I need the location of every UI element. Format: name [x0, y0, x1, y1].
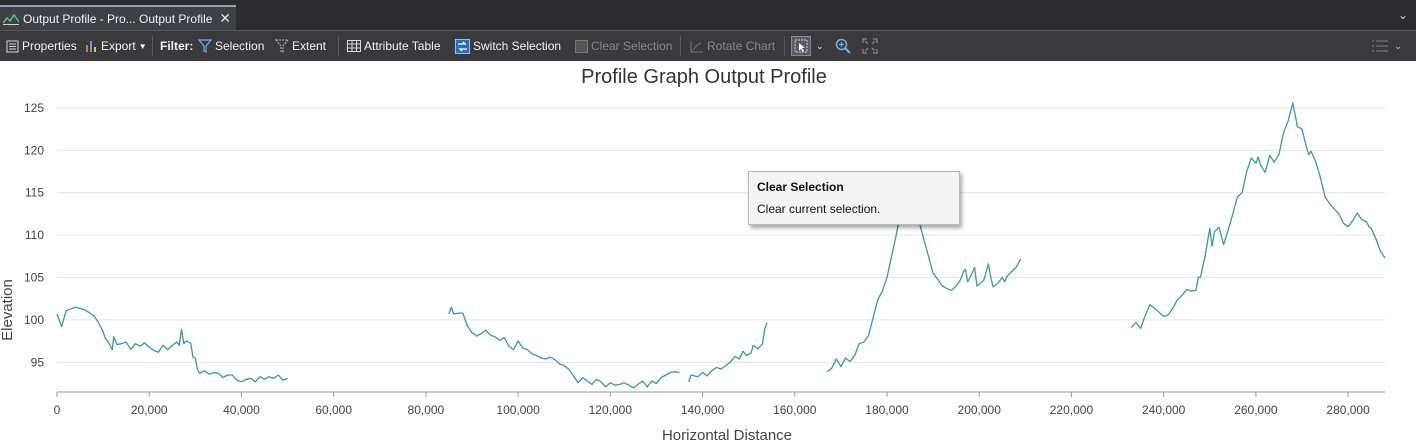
toolbar-separator	[152, 36, 153, 56]
properties-label: Properties	[22, 39, 77, 53]
y-tick-label: 100	[24, 313, 44, 327]
properties-button[interactable]: Properties	[6, 31, 77, 61]
y-tick-label: 95	[31, 355, 45, 369]
x-tick-label: 0	[54, 403, 61, 417]
x-tick-label: 180,000	[865, 403, 909, 417]
clear-selection-icon	[575, 39, 588, 53]
export-label: Export	[101, 39, 136, 53]
grid-lines	[57, 107, 1385, 363]
list-options-button[interactable]: ⌄	[1372, 31, 1402, 61]
selection-label: Selection	[215, 39, 265, 53]
profile-chart[interactable]: 95 100 105 110 115 120 125 0 20,000 40,000 60,000…	[0, 61, 1416, 444]
chart-toolbar: Properties Export ▼ Filter: Selection Ex…	[0, 30, 1416, 61]
bar-chart-icon	[86, 41, 96, 52]
chart-title: Profile Graph Output Profile	[581, 66, 827, 88]
x-tick-label: 120,000	[589, 403, 633, 417]
select-tool-button[interactable]: ⌄	[791, 31, 824, 61]
full-extent-button[interactable]	[862, 31, 878, 61]
toolbar-separator	[784, 36, 785, 56]
switch-selection-icon	[455, 38, 470, 54]
x-tick-label: 240,000	[1142, 403, 1186, 417]
x-tick-label: 20,000	[131, 403, 168, 417]
dropdown-arrow-icon: ▼	[138, 41, 147, 51]
zoom-in-icon	[835, 38, 851, 54]
tab-title: Output Profile - Pro... Output Profile	[23, 11, 213, 26]
x-tick-label: 100,000	[496, 403, 540, 417]
list-options-icon	[1372, 40, 1388, 52]
x-tick-label: 220,000	[1050, 403, 1094, 417]
x-tick-label: 280,000	[1326, 403, 1370, 417]
attribute-table-label: Attribute Table	[364, 39, 441, 53]
filter-selection-button[interactable]: Selection	[198, 31, 264, 61]
profile-line-segment	[1130, 102, 1386, 330]
y-axis-label: Elevation	[0, 279, 16, 341]
select-tool-dropdown-icon[interactable]: ⌄	[816, 41, 824, 52]
export-button[interactable]: Export ▼	[85, 31, 147, 61]
close-tab-icon[interactable]: ✕	[219, 10, 231, 27]
tooltip-body: Clear current selection.	[757, 202, 881, 216]
toolbar-separator	[338, 36, 339, 56]
x-tick-label: 80,000	[408, 403, 445, 417]
clear-selection-label: Clear Selection	[591, 39, 673, 53]
tab-output-profile[interactable]: Output Profile - Pro... Output Profile ✕	[0, 5, 236, 30]
x-axis-label: Horizontal Distance	[662, 427, 792, 444]
extent-label: Extent	[292, 39, 327, 53]
properties-icon	[6, 40, 19, 52]
filter-extent-button[interactable]: Extent	[275, 31, 326, 61]
profile-line-segment	[448, 306, 680, 389]
attribute-table-button[interactable]: Attribute Table	[347, 31, 441, 61]
y-tick-label: 120	[24, 143, 44, 157]
chart-icon	[3, 13, 19, 25]
profile-line-segment	[56, 306, 288, 383]
x-tick-label: 160,000	[773, 403, 817, 417]
x-tick-label: 260,000	[1234, 403, 1278, 417]
table-icon	[347, 40, 361, 52]
clear-selection-button[interactable]: Clear Selection	[575, 31, 672, 61]
y-tick-label: 125	[24, 101, 44, 115]
x-tick-label: 140,000	[681, 403, 725, 417]
rotate-chart-label: Rotate Chart	[707, 39, 776, 53]
x-axis-ticks: 0 20,000 40,000 60,000 80,000 100,000 120,000 1…	[54, 392, 1370, 417]
filter-icon	[198, 39, 212, 53]
filter-label: Filter:	[160, 39, 194, 53]
switch-selection-label: Switch Selection	[473, 39, 562, 53]
clear-selection-tooltip: Clear Selection Clear current selection.	[748, 171, 960, 225]
y-tick-label: 110	[25, 228, 44, 242]
chevron-down-icon[interactable]: ⌄	[1394, 41, 1402, 52]
rotate-chart-button[interactable]: Rotate Chart	[690, 31, 775, 61]
rotate-chart-icon	[690, 40, 703, 52]
x-tick-label: 40,000	[223, 403, 260, 417]
filter-extent-icon	[275, 39, 289, 53]
series-lines	[56, 102, 1386, 389]
x-tick-label: 60,000	[315, 403, 352, 417]
profile-line-segment	[688, 322, 768, 383]
y-tick-label: 115	[25, 186, 44, 200]
y-tick-label: 105	[24, 271, 44, 285]
document-tab-bar: Output Profile - Pro... Output Profile ✕…	[0, 0, 1416, 30]
switch-selection-button[interactable]: Switch Selection	[455, 31, 561, 61]
toolbar-separator	[680, 36, 681, 56]
full-extent-icon	[862, 38, 878, 54]
zoom-in-button[interactable]	[835, 31, 851, 61]
select-tool-icon	[791, 36, 811, 56]
chevron-down-icon[interactable]: ⌄	[1398, 8, 1408, 22]
tooltip-title: Clear Selection	[757, 180, 844, 194]
x-tick-label: 200,000	[958, 403, 1002, 417]
y-axis-ticks: 95 100 105 110 115 120 125	[24, 101, 44, 369]
